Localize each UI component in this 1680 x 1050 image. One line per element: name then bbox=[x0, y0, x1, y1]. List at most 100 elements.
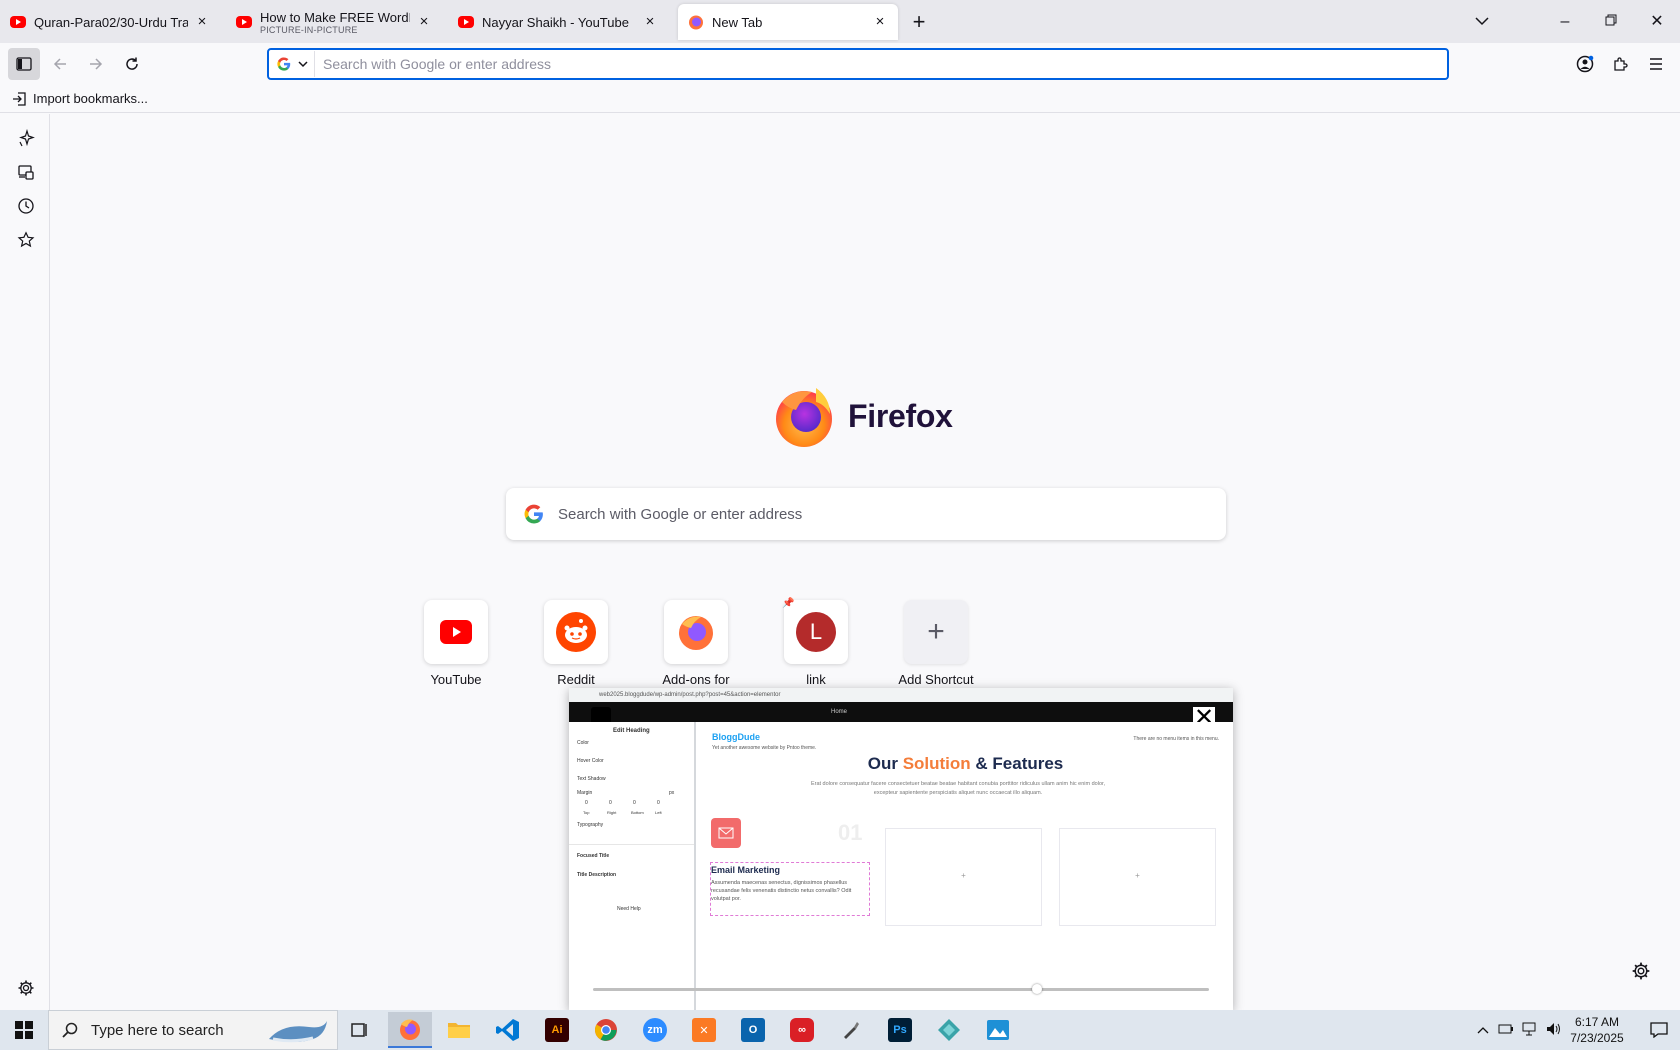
navigation-toolbar bbox=[0, 43, 1680, 85]
pin-icon: 📌 bbox=[782, 598, 795, 609]
tab-title: How to Make FREE WordPress W bbox=[260, 9, 410, 25]
clock-date: 7/23/2025 bbox=[1570, 1031, 1624, 1045]
tab-nayyar[interactable]: Nayyar Shaikh - YouTube × bbox=[448, 4, 668, 40]
reload-button[interactable] bbox=[116, 48, 148, 80]
star-icon bbox=[17, 231, 35, 248]
tab-wordpress[interactable]: How to Make FREE WordPress W PICTURE-IN-… bbox=[226, 4, 442, 40]
start-button[interactable] bbox=[0, 1010, 48, 1050]
pip-margin-top-value: 0 bbox=[585, 800, 588, 806]
ai-chatbot-button[interactable] bbox=[14, 126, 38, 150]
import-bookmarks-link[interactable]: Import bookmarks... bbox=[33, 91, 148, 106]
pip-scrubber-handle[interactable] bbox=[1031, 984, 1042, 994]
pip-section-title-description: Title Description bbox=[577, 872, 617, 878]
bookmarks-toolbar: Import bookmarks... bbox=[0, 85, 1680, 113]
close-window-button[interactable]: ✕ bbox=[1642, 8, 1672, 36]
search-engine-selector[interactable] bbox=[269, 51, 315, 77]
pip-card-text: Assumenda maecenas senectus, dignissimos… bbox=[711, 880, 852, 902]
network-icon[interactable] bbox=[1518, 1022, 1542, 1039]
pip-margin-bottom-value: 0 bbox=[633, 800, 636, 806]
app-menu-button[interactable] bbox=[1640, 48, 1672, 80]
pip-menu-note: There are no menu items in this menu. bbox=[1133, 736, 1219, 742]
new-tab-button[interactable]: + bbox=[906, 10, 932, 36]
history-button[interactable] bbox=[14, 194, 38, 218]
notification-icon bbox=[1649, 1022, 1668, 1038]
outlook-icon: O bbox=[741, 1018, 765, 1042]
task-view-button[interactable] bbox=[338, 1012, 382, 1048]
task-view-icon bbox=[351, 1023, 367, 1037]
shortcut-add[interactable]: + Add Shortcut bbox=[888, 600, 984, 687]
taskbar-file-explorer[interactable] bbox=[437, 1012, 481, 1048]
newtab-search-placeholder: Search with Google or enter address bbox=[558, 505, 803, 523]
shortcut-label: link bbox=[806, 672, 826, 687]
personalize-newtab-button[interactable] bbox=[1631, 961, 1651, 981]
shortcut-addons[interactable]: Add-ons for bbox=[648, 600, 744, 687]
sidebar-settings-button[interactable] bbox=[14, 976, 38, 1000]
taskbar-photos[interactable] bbox=[976, 1012, 1020, 1048]
account-button[interactable] bbox=[1569, 48, 1601, 80]
power-icon[interactable] bbox=[1494, 1022, 1518, 1039]
taskbar-search[interactable]: Type here to search bbox=[48, 1010, 338, 1050]
letter-l-icon: L bbox=[796, 612, 836, 652]
search-icon bbox=[62, 1022, 78, 1038]
list-all-tabs-icon[interactable] bbox=[1467, 8, 1497, 36]
restore-button[interactable] bbox=[1596, 8, 1626, 36]
taskbar-photoshop[interactable]: Ps bbox=[878, 1012, 922, 1048]
shortcut-label: Add-ons for bbox=[662, 672, 730, 687]
extensions-button[interactable] bbox=[1604, 48, 1636, 80]
import-icon bbox=[13, 91, 26, 106]
url-input[interactable] bbox=[315, 51, 1447, 77]
picture-in-picture-window[interactable]: web2025.bloggdude/wp-admin/post.php?post… bbox=[569, 688, 1233, 1010]
address-bar[interactable] bbox=[267, 48, 1449, 80]
taskbar-creative-cloud[interactable]: ∞ bbox=[780, 1012, 824, 1048]
taskbar-app[interactable] bbox=[927, 1012, 971, 1048]
taskbar-clock[interactable]: 6:17 AM 7/23/2025 bbox=[1557, 1014, 1637, 1046]
pip-card-empty: + bbox=[885, 828, 1042, 926]
taskbar-firefox[interactable] bbox=[388, 1012, 432, 1048]
pip-heading: Our Solution & Features bbox=[867, 754, 1064, 773]
pip-card-title: Email Marketing bbox=[711, 865, 781, 875]
youtube-icon bbox=[236, 16, 252, 28]
notifications-button[interactable] bbox=[1637, 1010, 1680, 1050]
close-tab-icon[interactable]: × bbox=[416, 14, 432, 30]
back-button[interactable] bbox=[44, 48, 76, 80]
bookmarks-button[interactable] bbox=[14, 228, 38, 252]
firefox-icon bbox=[679, 616, 713, 650]
forward-button[interactable] bbox=[80, 48, 112, 80]
forward-arrow-icon bbox=[90, 58, 103, 70]
email-icon bbox=[711, 818, 741, 848]
shortcut-link[interactable]: 📌 L link bbox=[768, 598, 864, 687]
tab-new-tab[interactable]: New Tab × bbox=[678, 4, 898, 40]
pip-editor-panel: Edit Heading Color Hover Color Text Shad… bbox=[569, 722, 696, 1010]
youtube-icon bbox=[458, 16, 474, 28]
taskbar-vscode[interactable] bbox=[486, 1012, 530, 1048]
pip-scrubber[interactable] bbox=[593, 984, 1209, 994]
taskbar-outlook[interactable]: O bbox=[731, 1012, 775, 1048]
sidebar-toggle-button[interactable] bbox=[8, 48, 40, 80]
shortcut-reddit[interactable]: Reddit bbox=[528, 600, 624, 687]
account-icon bbox=[1576, 55, 1594, 73]
show-hidden-icons-icon[interactable] bbox=[1472, 1023, 1494, 1037]
pip-row-text-shadow: Text Shadow bbox=[577, 776, 606, 782]
newtab-search[interactable]: Search with Google or enter address bbox=[506, 488, 1226, 540]
close-tab-icon[interactable]: × bbox=[642, 14, 658, 30]
taskbar-xampp[interactable]: ✕ bbox=[682, 1012, 726, 1048]
youtube-icon bbox=[10, 16, 26, 28]
close-tab-icon[interactable]: × bbox=[872, 14, 888, 30]
shortcut-youtube[interactable]: YouTube bbox=[408, 600, 504, 687]
tab-strip: Quran-Para02/30-Urdu Translati × How to … bbox=[0, 0, 1680, 43]
pip-margin-left-label: Left bbox=[655, 810, 662, 815]
pip-row-typography: Typography bbox=[577, 822, 604, 828]
close-tab-icon[interactable]: × bbox=[194, 14, 210, 30]
minimize-button[interactable]: – bbox=[1550, 8, 1580, 36]
taskbar-zoom[interactable]: zm bbox=[633, 1012, 677, 1048]
synced-tabs-button[interactable] bbox=[14, 160, 38, 184]
tab-quran[interactable]: Quran-Para02/30-Urdu Translati × bbox=[0, 4, 220, 40]
taskbar-pen-tool[interactable] bbox=[829, 1012, 873, 1048]
taskbar-chrome[interactable] bbox=[584, 1012, 628, 1048]
youtube-icon bbox=[440, 620, 472, 644]
tab-title: Quran-Para02/30-Urdu Translati bbox=[34, 14, 188, 30]
pen-tool-icon bbox=[844, 1022, 859, 1039]
taskbar-illustrator[interactable]: Ai bbox=[535, 1012, 579, 1048]
sparkle-icon bbox=[19, 129, 35, 147]
firefox-icon bbox=[400, 1019, 420, 1040]
